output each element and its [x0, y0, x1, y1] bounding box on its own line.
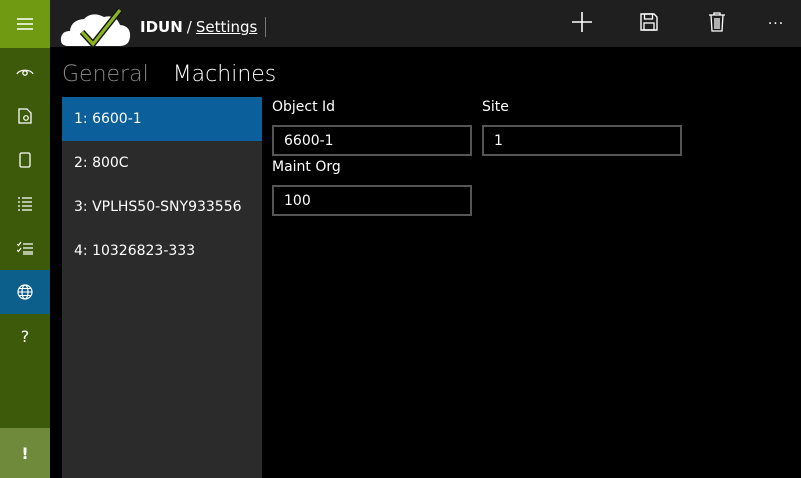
maint-org-field[interactable]: [272, 185, 472, 216]
page-title: IDUN / Settings: [140, 18, 257, 36]
more-options-button[interactable]: ···: [760, 11, 792, 37]
breadcrumb-separator: /: [186, 18, 192, 36]
hamburger-menu-button[interactable]: [0, 0, 50, 48]
plus-icon: [571, 11, 593, 37]
breadcrumb-settings[interactable]: Settings: [196, 18, 258, 36]
site-label: Site: [482, 99, 509, 115]
checklist-icon: [17, 241, 33, 255]
machine-list-item[interactable]: 3: VPLHS50-SNY933556: [62, 185, 262, 229]
save-button[interactable]: [633, 11, 665, 37]
nav-item-view[interactable]: [0, 50, 50, 94]
eye-icon: [16, 66, 34, 78]
add-button[interactable]: [566, 11, 598, 37]
warning-button[interactable]: !: [0, 428, 50, 478]
nav-item-checklist[interactable]: [0, 226, 50, 270]
machine-list-item[interactable]: 1: 6600-1: [62, 97, 262, 141]
delete-button[interactable]: [701, 11, 733, 37]
nav-item-help[interactable]: ?: [0, 314, 50, 358]
list-icon: [17, 197, 33, 211]
nav-item-pages[interactable]: [0, 138, 50, 182]
machine-list-item[interactable]: 2: 800C: [62, 141, 262, 185]
globe-icon: [17, 284, 33, 300]
settings-tabs: General Machines: [62, 62, 276, 92]
machine-list-item[interactable]: 4: 10326823-333: [62, 229, 262, 273]
help-icon: ?: [20, 326, 30, 346]
top-bar: IDUN / Settings ···: [50, 0, 801, 49]
tab-general[interactable]: General: [62, 62, 149, 92]
object-id-label: Object Id: [272, 99, 336, 115]
nav-item-documents[interactable]: [0, 94, 50, 138]
app-name: IDUN: [140, 18, 183, 36]
tab-machines[interactable]: Machines: [173, 62, 277, 92]
more-icon: ···: [767, 16, 785, 32]
warning-icon: !: [21, 443, 29, 463]
machine-list: 1: 6600-1 2: 800C 3: VPLHS50-SNY933556 4…: [62, 97, 262, 478]
title-divider: [265, 17, 266, 37]
object-id-field[interactable]: [272, 125, 472, 156]
app-logo: [60, 8, 132, 49]
document-icon: [18, 108, 32, 124]
site-field[interactable]: [482, 125, 682, 156]
nav-item-list[interactable]: [0, 182, 50, 226]
nav-item-globe[interactable]: [0, 270, 50, 314]
floppy-disk-icon: [640, 13, 658, 35]
nav-rail: ? !: [0, 0, 50, 478]
trash-icon: [709, 12, 725, 36]
hamburger-icon: [17, 18, 33, 30]
maint-org-label: Maint Org: [272, 159, 341, 175]
page-icon: [19, 152, 31, 168]
